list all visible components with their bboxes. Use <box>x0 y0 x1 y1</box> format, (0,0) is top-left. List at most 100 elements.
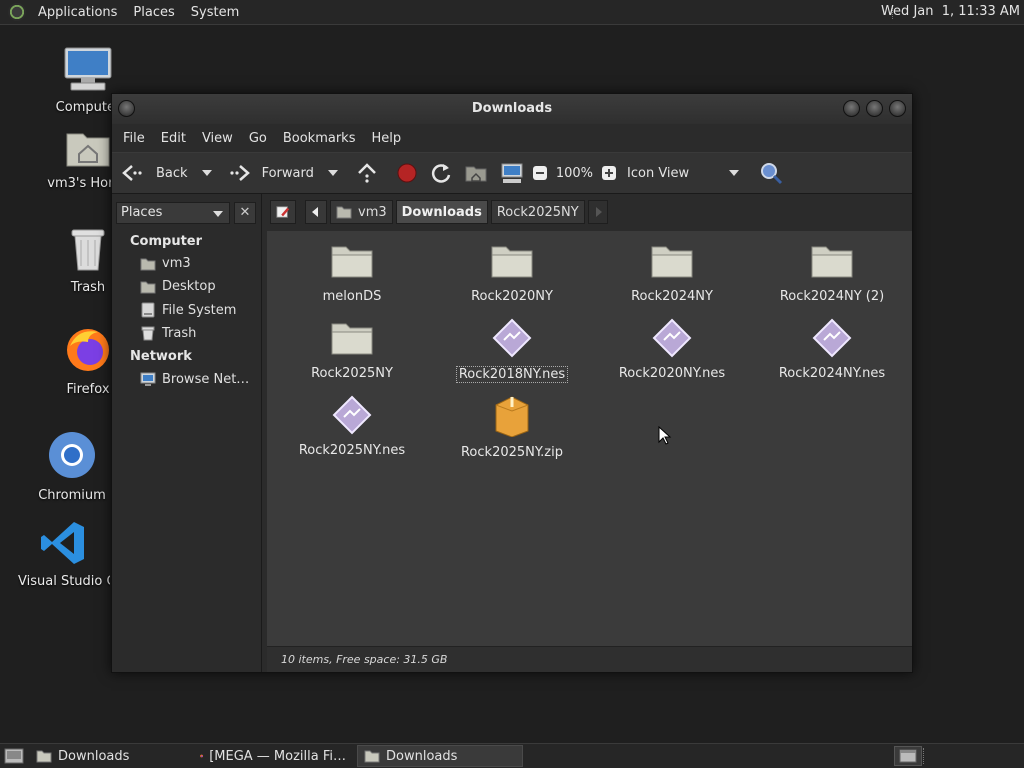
top-panel: Applications Places System Wed Jan 1, 11… <box>0 0 1024 25</box>
path-scroll-right-button[interactable] <box>587 200 608 224</box>
rom-file-icon <box>812 318 852 358</box>
network-icon <box>140 372 156 386</box>
path-segment-vm3[interactable]: vm3 <box>330 200 393 224</box>
window-titlebar[interactable]: Downloads <box>112 94 912 124</box>
file-item-label: Rock2025NY.nes <box>298 443 406 458</box>
file-item-folder[interactable]: Rock2025NY <box>277 318 427 381</box>
maximize-button[interactable] <box>866 100 883 117</box>
chevron-right-icon <box>595 207 602 217</box>
menu-edit[interactable]: Edit <box>153 131 194 146</box>
chromium-icon <box>49 432 95 478</box>
path-segment-rock2025ny[interactable]: Rock2025NY <box>490 200 585 224</box>
file-item-nes[interactable]: Rock2020NY.nes <box>597 318 747 381</box>
file-item-label: Rock2025NY <box>311 366 393 381</box>
sidebar: Places ✕ Computer vm3 Desktop File Syste… <box>112 194 262 672</box>
file-item-zip[interactable]: Rock2025NY.zip <box>437 395 587 460</box>
taskbar-item-downloads-active[interactable]: Downloads <box>357 745 523 767</box>
edit-location-icon <box>276 206 290 218</box>
file-item-folder[interactable]: Rock2024NY <box>597 241 747 304</box>
file-item-nes[interactable]: Rock2018NY.nes <box>437 318 587 383</box>
rom-file-icon <box>652 318 692 358</box>
folder-icon <box>331 246 373 278</box>
taskbar-item-downloads[interactable]: Downloads <box>29 745 189 767</box>
desktop-icon-label: Visual Studio Code <box>18 574 110 589</box>
show-desktop-icon[interactable] <box>3 747 25 765</box>
path-segment-label: Downloads <box>401 204 482 220</box>
sidebar-item-browse-network[interactable]: Browse Net… <box>140 371 249 387</box>
view-mode-select[interactable]: Icon View <box>627 166 740 181</box>
menu-view[interactable]: View <box>194 131 241 146</box>
folder-icon <box>331 323 373 355</box>
sidebar-item-file-system[interactable]: File System <box>140 302 236 318</box>
taskbar-item-firefox[interactable]: [MEGA — Mozilla Fi… <box>193 745 353 767</box>
taskbar-item-label: [MEGA — Mozilla Fi… <box>209 748 346 764</box>
desktop-icon-chromium[interactable]: Chromium <box>22 430 122 503</box>
computer-icon[interactable] <box>500 162 524 184</box>
taskbar-item-label: Downloads <box>58 748 130 764</box>
workspace-switcher[interactable] <box>894 746 922 766</box>
desktop-folder-icon <box>140 281 156 293</box>
desktop-icon-label: Chromium <box>38 488 106 503</box>
menu-go[interactable]: Go <box>241 131 275 146</box>
forward-history-dropdown-icon[interactable] <box>327 170 338 176</box>
zoom-out-icon[interactable] <box>532 165 548 181</box>
file-item-folder[interactable]: Rock2020NY <box>437 241 587 304</box>
file-item-label: Rock2020NY <box>471 289 553 304</box>
sidebar-item-desktop[interactable]: Desktop <box>140 279 216 294</box>
sidebar-item-trash[interactable]: Trash <box>140 325 196 341</box>
close-button[interactable] <box>889 100 906 117</box>
sidebar-item-vm3[interactable]: vm3 <box>140 256 191 271</box>
panel-separator <box>923 748 924 764</box>
file-icon-view[interactable]: melonDS Rock2020NY Rock2024NY Rock2024NY… <box>267 231 912 646</box>
menu-system[interactable]: System <box>183 5 247 20</box>
path-segment-downloads[interactable]: Downloads <box>395 200 488 224</box>
up-icon[interactable] <box>356 163 378 183</box>
folder-icon <box>811 246 853 278</box>
file-manager-window: Downloads File Edit View Go Bookmarks He… <box>111 93 913 673</box>
minimize-button[interactable] <box>843 100 860 117</box>
zoom-in-icon[interactable] <box>601 165 617 181</box>
window-title: Downloads <box>471 101 553 116</box>
menu-places[interactable]: Places <box>125 5 182 20</box>
taskbar-item-label: Downloads <box>386 748 458 764</box>
path-scroll-left-button[interactable] <box>305 200 327 224</box>
menu-help[interactable]: Help <box>363 131 409 146</box>
location-toggle-button[interactable] <box>270 200 296 224</box>
reload-icon[interactable] <box>430 162 452 184</box>
chevron-down-icon <box>213 211 223 217</box>
menu-bookmarks[interactable]: Bookmarks <box>275 131 364 146</box>
sidebar-pane-selector[interactable]: Places <box>116 202 230 224</box>
file-item-label: Rock2018NY.nes <box>455 366 569 383</box>
back-history-dropdown-icon[interactable] <box>201 170 212 176</box>
sidebar-item-label: File System <box>162 302 237 318</box>
home-folder-icon <box>336 206 352 219</box>
distro-logo-icon[interactable] <box>8 3 26 21</box>
desktop-icon-vscode[interactable]: Visual Studio Code <box>18 520 110 589</box>
clock[interactable]: Wed Jan 1, 11:33 AM <box>881 4 1020 19</box>
menu-applications[interactable]: Applications <box>30 5 125 20</box>
bottom-panel: Downloads [MEGA — Mozilla Fi… Downloads <box>0 743 1024 768</box>
file-item-nes[interactable]: Rock2024NY.nes <box>757 318 907 381</box>
path-segment-label: Rock2025NY <box>496 204 579 220</box>
home-folder-icon <box>140 258 156 270</box>
home-folder-icon <box>66 133 110 167</box>
workspace-icon <box>899 749 917 763</box>
back-label: Back <box>156 165 188 181</box>
rom-file-icon <box>492 318 532 358</box>
back-button[interactable]: Back <box>122 164 212 182</box>
vscode-icon <box>41 522 84 564</box>
mouse-pointer-icon <box>658 426 672 445</box>
file-item-folder[interactable]: melonDS <box>277 241 427 304</box>
window-menu-button[interactable] <box>118 100 135 117</box>
sidebar-close-button[interactable]: ✕ <box>234 202 256 224</box>
forward-label: Forward <box>261 165 314 181</box>
folder-icon <box>364 750 380 763</box>
forward-button[interactable]: Forward <box>228 164 338 182</box>
menu-file[interactable]: File <box>115 131 153 146</box>
view-mode-dropdown-icon <box>729 170 740 176</box>
stop-icon[interactable] <box>396 162 418 184</box>
home-icon[interactable] <box>464 163 488 183</box>
search-icon[interactable] <box>759 161 783 185</box>
file-item-nes[interactable]: Rock2025NY.nes <box>277 395 427 458</box>
file-item-folder[interactable]: Rock2024NY (2) <box>757 241 907 304</box>
